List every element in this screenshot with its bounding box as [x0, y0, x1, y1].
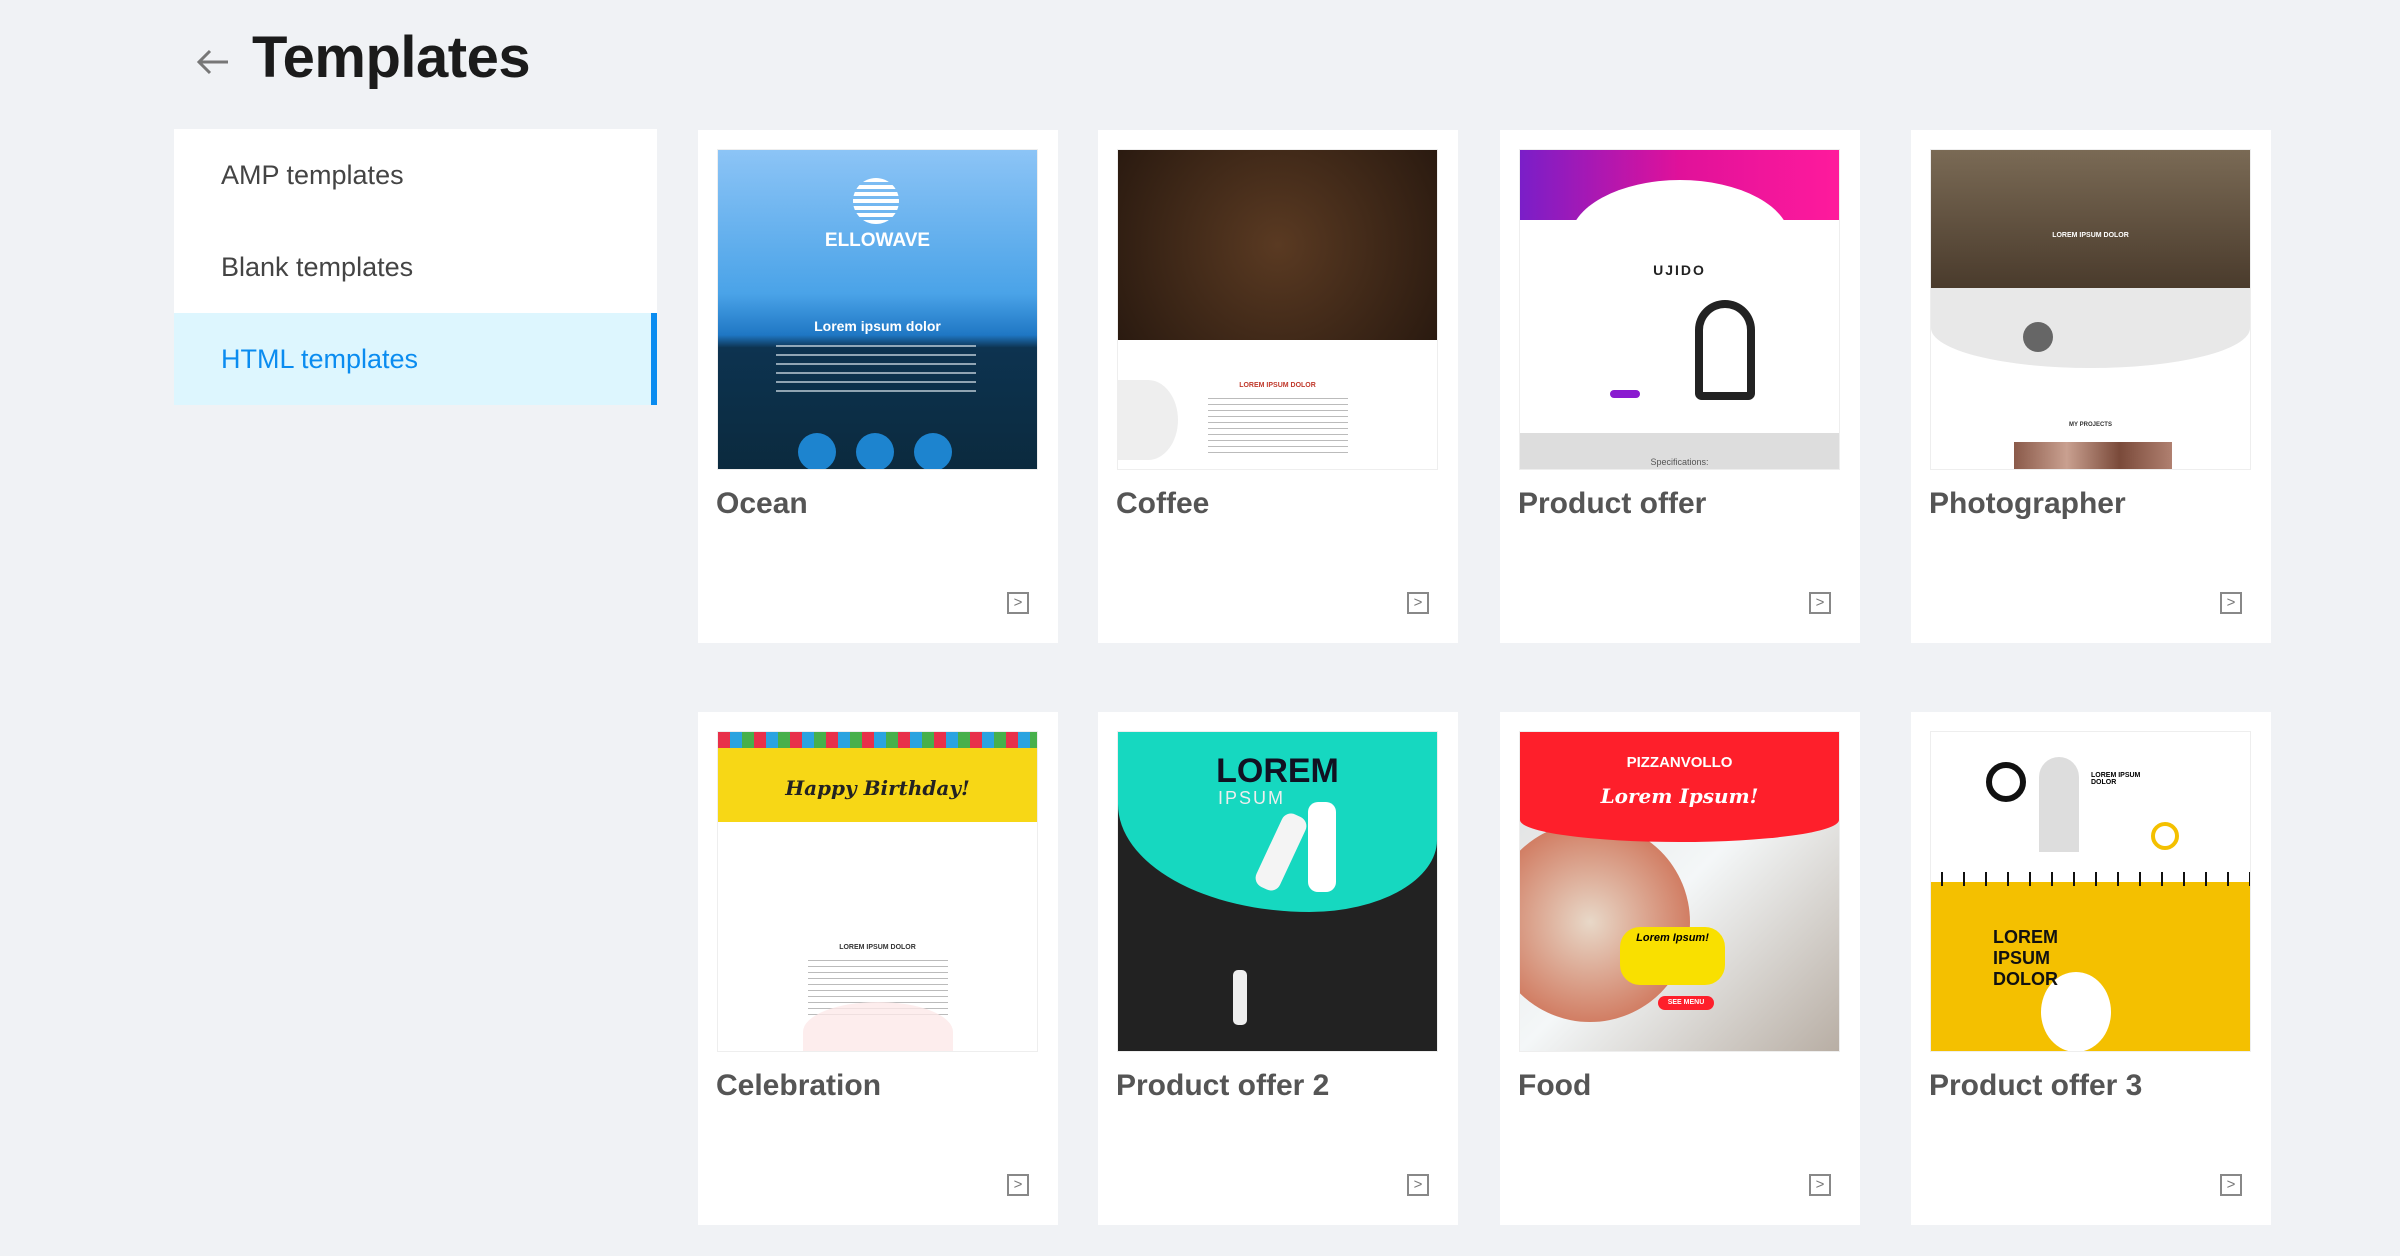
sidebar-item-html-templates[interactable]: HTML templates: [174, 313, 657, 405]
template-thumbnail[interactable]: ELLOWAVE Lorem ipsum dolor: [717, 149, 1038, 470]
template-card-celebration[interactable]: Happy Birthday! LOREM IPSUM DOLOR Celebr…: [698, 712, 1058, 1225]
template-thumbnail[interactable]: PIZZANVOLLO Lorem Ipsum! Lorem Ipsum! SE…: [1519, 731, 1840, 1052]
open-preview-icon[interactable]: >: [2220, 592, 2242, 614]
thumb-logo: LOREM IPSUM DOLOR: [2091, 772, 2141, 786]
thumb-headline: IPSUM: [1218, 788, 1286, 808]
template-name: Product offer: [1518, 487, 1707, 520]
template-card-product-offer-3[interactable]: LOREM IPSUM DOLOR LOREM IPSUM DOLOR Prod…: [1911, 712, 2271, 1225]
template-card-product-offer[interactable]: UJIDO Specifications: Product offer >: [1500, 130, 1860, 643]
sidebar-item-amp-templates[interactable]: AMP templates: [174, 129, 657, 221]
thumb-headline: Lorem ipsum dolor: [814, 318, 941, 334]
template-card-food[interactable]: PIZZANVOLLO Lorem Ipsum! Lorem Ipsum! SE…: [1500, 712, 1860, 1225]
open-preview-icon[interactable]: >: [1407, 1174, 1429, 1196]
template-card-ocean[interactable]: ELLOWAVE Lorem ipsum dolor Ocean >: [698, 130, 1058, 643]
thumb-headline: Lorem Ipsum!: [1636, 932, 1709, 944]
template-thumbnail[interactable]: LOREM IPSUM DOLOR MY PROJECTS: [1930, 149, 2251, 470]
thumb-headline: LOREM IPSUM DOLOR: [1993, 927, 2058, 989]
open-preview-icon[interactable]: >: [1407, 592, 1429, 614]
template-thumbnail[interactable]: LOREM IPSUM DOLOR LOREM IPSUM DOLOR: [1930, 731, 2251, 1052]
open-preview-icon[interactable]: >: [1809, 592, 1831, 614]
thumb-headline: MY PROJECTS: [2069, 422, 2112, 428]
template-card-photographer[interactable]: LOREM IPSUM DOLOR MY PROJECTS Photograph…: [1911, 130, 2271, 643]
open-preview-icon[interactable]: >: [1007, 592, 1029, 614]
thumb-logo: PIZZANVOLLO: [1626, 754, 1733, 771]
template-name: Food: [1518, 1069, 1592, 1102]
template-thumbnail[interactable]: UJIDO Specifications:: [1519, 149, 1840, 470]
thumb-headline: LOREM IPSUM DOLOR: [1239, 382, 1316, 389]
thumb-headline: LOREM IPSUM DOLOR: [839, 944, 916, 951]
template-name: Ocean: [716, 487, 808, 520]
sidebar: AMP templates Blank templates HTML templ…: [174, 129, 657, 405]
template-card-product-offer-2[interactable]: LOREM IPSUM Product offer 2 >: [1098, 712, 1458, 1225]
sidebar-item-blank-templates[interactable]: Blank templates: [174, 221, 657, 313]
page-title: Templates: [252, 25, 531, 90]
template-thumbnail[interactable]: Happy Birthday! LOREM IPSUM DOLOR: [717, 731, 1038, 1052]
template-thumbnail[interactable]: LOREM IPSUM: [1117, 731, 1438, 1052]
thumb-logo: Happy Birthday!: [785, 776, 970, 800]
template-name: Product offer 2: [1116, 1069, 1330, 1102]
thumb-logo: LOREM: [1216, 752, 1339, 790]
template-card-coffee[interactable]: LOREM IPSUM DOLOR Coffee >: [1098, 130, 1458, 643]
thumb-logo: ELLOWAVE: [824, 230, 931, 251]
template-name: Photographer: [1929, 487, 2126, 520]
template-thumbnail[interactable]: LOREM IPSUM DOLOR: [1117, 149, 1438, 470]
template-name: Product offer 3: [1929, 1069, 2143, 1102]
template-name: Coffee: [1116, 487, 1210, 520]
thumb-logo: UJIDO: [1653, 262, 1706, 278]
thumb-logo: LOREM IPSUM DOLOR: [2052, 232, 2129, 239]
thumb-headline: Specifications:: [1650, 457, 1709, 467]
arrow-left-icon: [196, 49, 228, 75]
open-preview-icon[interactable]: >: [1007, 1174, 1029, 1196]
back-button[interactable]: [194, 44, 234, 80]
template-name: Celebration: [716, 1069, 882, 1102]
open-preview-icon[interactable]: >: [1809, 1174, 1831, 1196]
open-preview-icon[interactable]: >: [2220, 1174, 2242, 1196]
